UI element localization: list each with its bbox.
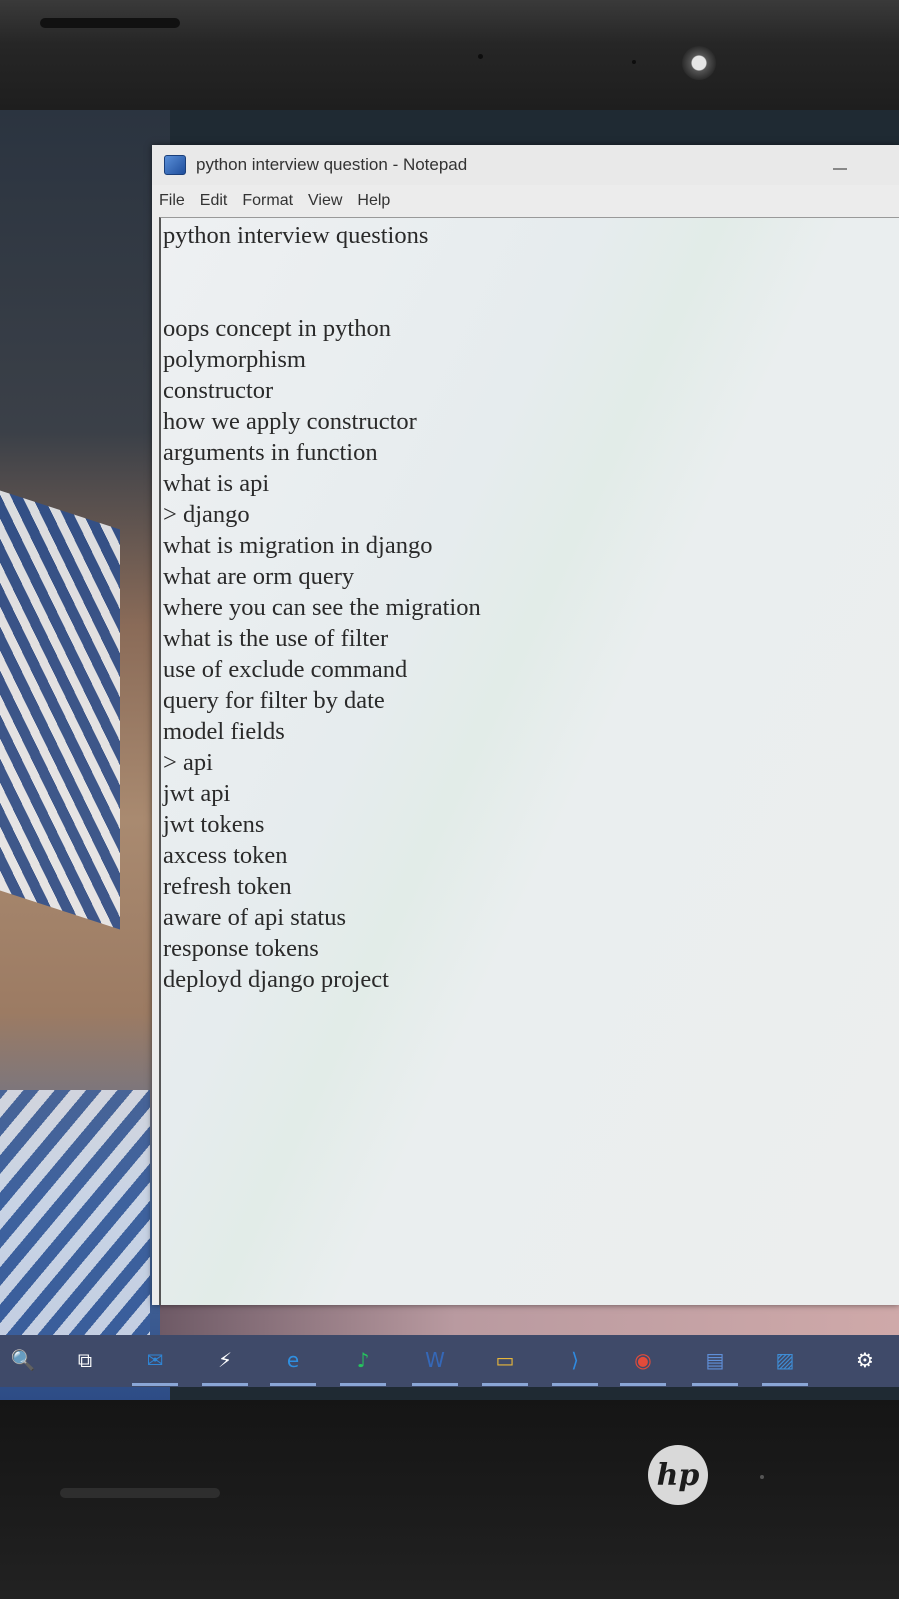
- webcam: [682, 46, 716, 80]
- window-title: python interview question - Notepad: [196, 155, 468, 174]
- screen: python interview question - Notepad File…: [0, 110, 899, 1400]
- text-line: where you can see the migration: [163, 594, 481, 621]
- bezel-hinge-bottom: [60, 1488, 220, 1498]
- notepad-window: python interview question - Notepad File…: [152, 145, 899, 1305]
- text-line: axcess token: [163, 842, 288, 869]
- text-line: model fields: [163, 718, 285, 745]
- menu-edit[interactable]: Edit: [200, 192, 228, 210]
- status-led: [760, 1475, 764, 1479]
- menu-help[interactable]: Help: [357, 192, 390, 210]
- running-indicator: [270, 1383, 316, 1386]
- text-line: what are orm query: [163, 563, 355, 590]
- text-line: arguments in function: [163, 439, 378, 466]
- photos-icon[interactable]: ▨: [770, 1345, 800, 1375]
- text-line: > django: [163, 501, 250, 528]
- menu-file[interactable]: File: [159, 192, 185, 210]
- text-line: what is the use of filter: [163, 625, 389, 652]
- running-indicator: [692, 1383, 738, 1386]
- text-line: response tokens: [163, 935, 319, 962]
- text-line: what is migration in django: [163, 532, 433, 559]
- text-line: constructor: [163, 377, 274, 404]
- word-icon[interactable]: W: [420, 1345, 450, 1375]
- text-line: oops concept in python: [163, 315, 391, 342]
- wallpaper-pattern: [0, 490, 120, 930]
- text-line: what is api: [163, 470, 270, 497]
- text-line: jwt tokens: [163, 811, 265, 838]
- text-line: query for filter by date: [163, 687, 385, 714]
- task-view-icon[interactable]: ⧉: [70, 1345, 100, 1375]
- ambient-sensor: [478, 54, 483, 59]
- notepad-icon: [164, 155, 186, 175]
- running-indicator: [340, 1383, 386, 1386]
- text-line: how we apply constructor: [163, 408, 417, 435]
- taskbar: 🔍 ⧉ ✉ ⚡ e ♪ W ▭ ⟩ ◉ ▤ ▨ ⚙: [0, 1335, 899, 1387]
- title-bar[interactable]: python interview question - Notepad: [152, 145, 899, 185]
- text-line: use of exclude command: [163, 656, 408, 683]
- running-indicator: [482, 1383, 528, 1386]
- vscode-icon[interactable]: ⟩: [560, 1345, 590, 1375]
- file-explorer-icon[interactable]: ▭: [490, 1345, 520, 1375]
- text-line: refresh token: [163, 873, 292, 900]
- bolt-icon[interactable]: ⚡: [210, 1345, 240, 1375]
- desktop-wallpaper-strip: [160, 1300, 899, 1340]
- desktop-wallpaper: [0, 110, 170, 1400]
- mic-sensor: [632, 60, 636, 64]
- chrome-icon[interactable]: ◉: [628, 1345, 658, 1375]
- running-indicator: [202, 1383, 248, 1386]
- document-lines: oops concept in python polymorphism constr…: [161, 313, 899, 995]
- laptop-top-bezel: [0, 0, 899, 110]
- bezel-hinge: [40, 18, 180, 28]
- document-heading: python interview questions: [163, 222, 429, 249]
- running-indicator: [762, 1383, 808, 1386]
- text-line: aware of api status: [163, 904, 346, 931]
- wallpaper-pattern-lower: [0, 1090, 150, 1350]
- laptop-bottom-bezel: hp: [0, 1400, 899, 1599]
- spotify-icon[interactable]: ♪: [348, 1345, 378, 1375]
- menu-format[interactable]: Format: [242, 192, 293, 210]
- minimize-button[interactable]: [829, 155, 851, 175]
- mail-icon[interactable]: ✉: [140, 1345, 170, 1375]
- hp-logo: hp: [648, 1445, 708, 1505]
- running-indicator: [552, 1383, 598, 1386]
- settings-icon[interactable]: ⚙: [850, 1345, 880, 1375]
- search-icon[interactable]: 🔍: [8, 1345, 38, 1375]
- running-indicator: [620, 1383, 666, 1386]
- text-line: polymorphism: [163, 346, 306, 373]
- menu-bar: File Edit Format View Help: [152, 185, 899, 217]
- text-line: jwt api: [163, 780, 231, 807]
- store-icon[interactable]: ▤: [700, 1345, 730, 1375]
- menu-view[interactable]: View: [308, 192, 342, 210]
- text-editor[interactable]: python interview questions oops concept …: [159, 217, 899, 1305]
- edge-icon[interactable]: e: [278, 1345, 308, 1375]
- running-indicator: [132, 1383, 178, 1386]
- text-line: > api: [163, 749, 213, 776]
- running-indicator: [412, 1383, 458, 1386]
- text-line: deployd django project: [163, 966, 389, 993]
